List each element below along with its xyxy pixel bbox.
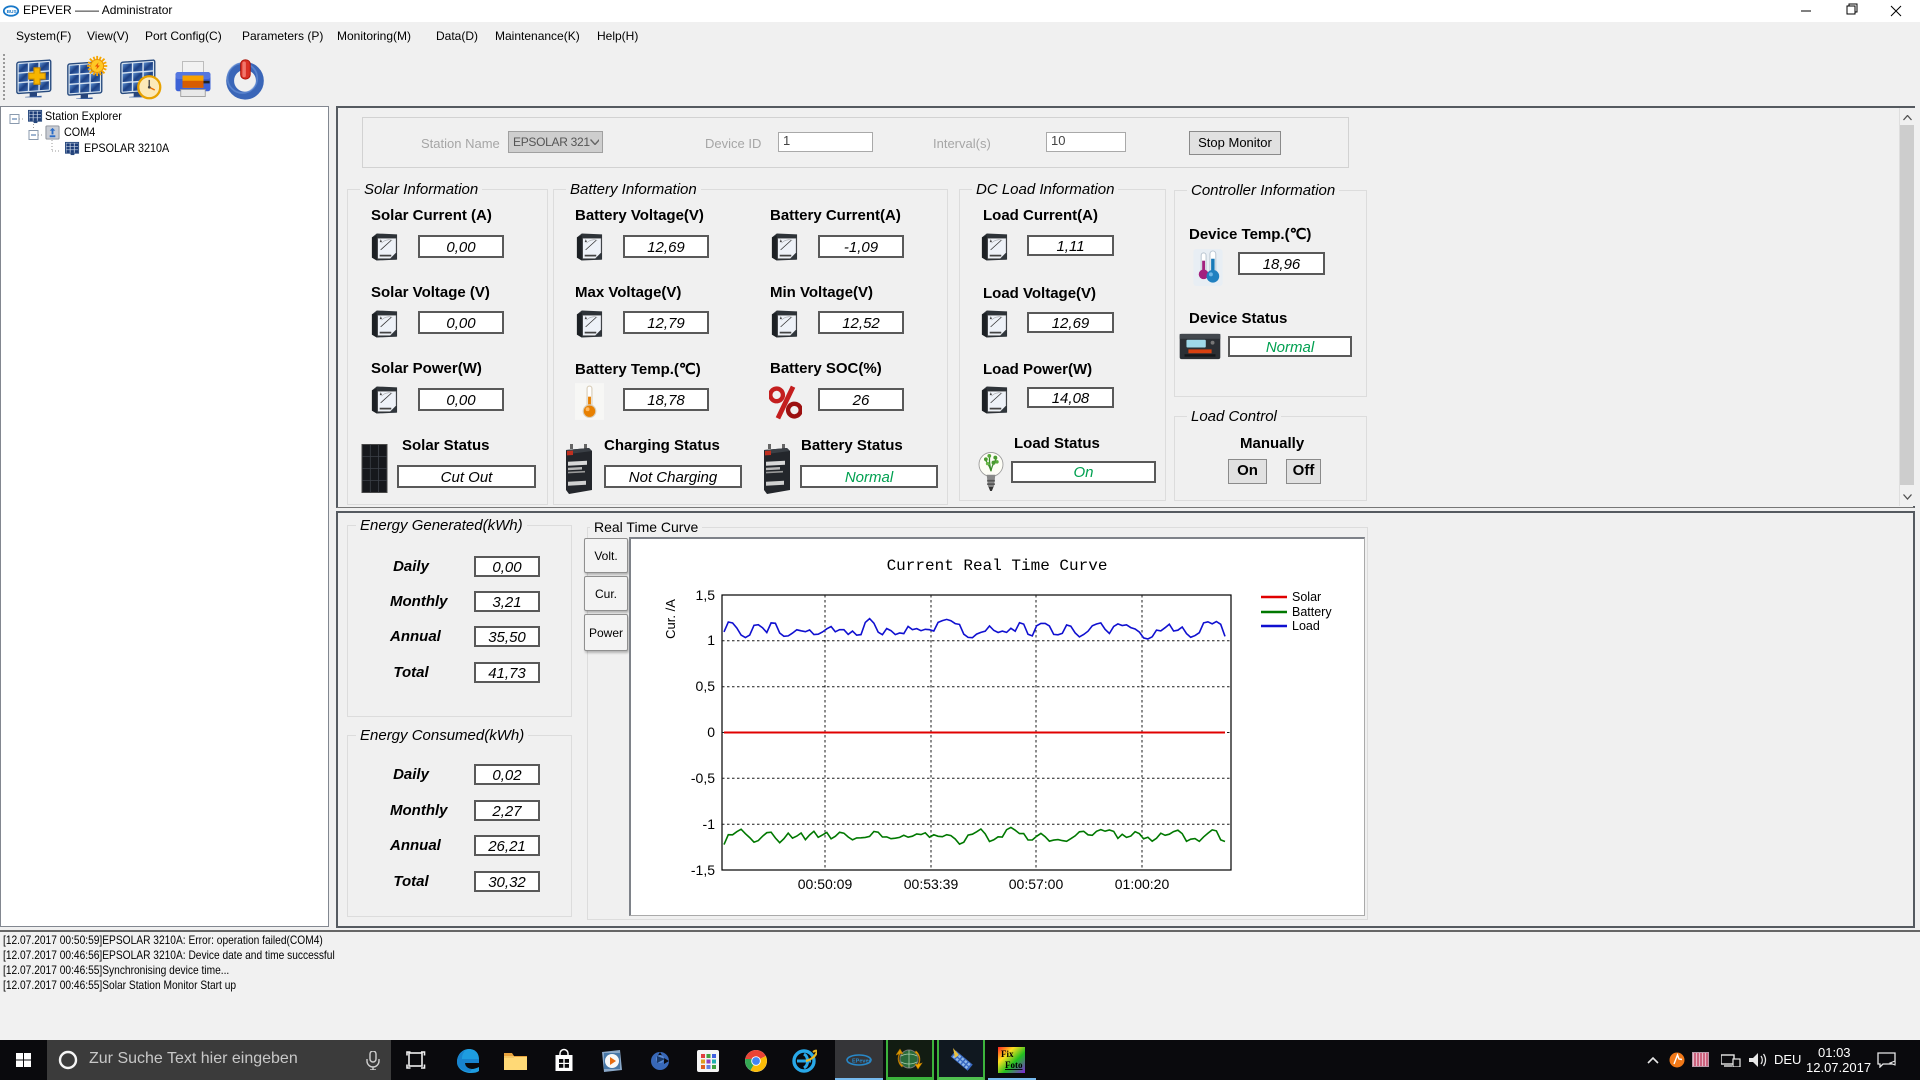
svg-text:Cur. /A: Cur. /A xyxy=(663,599,678,639)
svg-text:-1,5: -1,5 xyxy=(691,862,715,878)
svg-text:00:53:39: 00:53:39 xyxy=(904,876,959,892)
svg-text:0,5: 0,5 xyxy=(696,678,716,694)
svg-text:Battery: Battery xyxy=(1292,605,1332,619)
svg-text:0: 0 xyxy=(707,724,715,740)
svg-text:EPever: EPever xyxy=(852,1059,872,1065)
svg-text:Foto: Foto xyxy=(1005,1060,1023,1070)
svg-text:01:00:20: 01:00:20 xyxy=(1115,876,1170,892)
svg-text:Fix: Fix xyxy=(1001,1049,1014,1059)
svg-text:00:57:00: 00:57:00 xyxy=(1009,876,1064,892)
svg-text:Load: Load xyxy=(1292,619,1320,633)
svg-text:Current Real Time Curve: Current Real Time Curve xyxy=(887,557,1108,575)
svg-text:00:50:09: 00:50:09 xyxy=(798,876,853,892)
svg-text:Solar: Solar xyxy=(1292,590,1321,604)
svg-text:1: 1 xyxy=(707,632,715,648)
svg-text:1,5: 1,5 xyxy=(696,587,716,603)
svg-text:-0,5: -0,5 xyxy=(691,770,715,786)
svg-text:-1: -1 xyxy=(703,816,716,832)
